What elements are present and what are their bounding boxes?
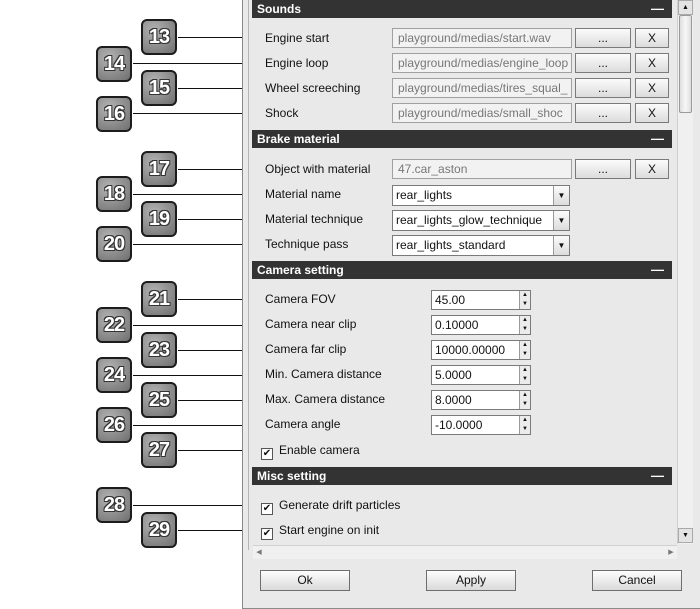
material-technique-select[interactable]: rear_lights_glow_technique ▼ [392, 210, 570, 231]
material-technique-label: Material technique [265, 212, 364, 226]
camera-fov-label: Camera FOV [265, 292, 336, 306]
section-title: Camera setting [257, 263, 344, 277]
spin-up-icon[interactable]: ▲ [520, 366, 530, 375]
max-camera-distance-value: 8.0000 [435, 393, 472, 407]
engine-loop-label: Engine loop [265, 56, 329, 70]
wheel-screeching-label: Wheel screeching [265, 81, 361, 95]
section-title: Brake material [257, 132, 340, 146]
shock-clear-button[interactable]: X [635, 103, 669, 123]
shock-browse-button[interactable]: ... [575, 103, 631, 123]
scroll-thumb[interactable] [679, 15, 692, 113]
horizontal-scrollbar[interactable]: ◀ ▶ [253, 545, 677, 559]
camera-angle-spinbox[interactable]: -10.0000 ▲ ▼ [431, 415, 531, 435]
material-name-label: Material name [265, 187, 342, 201]
wheel-screeching-clear-button[interactable]: X [635, 78, 669, 98]
section-title: Sounds [257, 2, 301, 16]
spin-up-icon[interactable]: ▲ [520, 341, 530, 350]
start-engine-on-init-label: Start engine on init [279, 523, 380, 537]
wheel-screeching-browse-button[interactable]: ... [575, 78, 631, 98]
engine-loop-browse-button[interactable]: ... [575, 53, 631, 73]
min-camera-distance-spinbox[interactable]: 5.0000 ▲ ▼ [431, 365, 531, 385]
camera-far-clip-label: Camera far clip [265, 342, 347, 356]
section-title: Misc setting [257, 469, 327, 483]
object-with-material-label: Object with material [265, 162, 371, 176]
material-name-select[interactable]: rear_lights ▼ [392, 185, 570, 206]
collapse-icon[interactable]: — [651, 130, 664, 148]
collapse-icon[interactable]: — [651, 0, 664, 18]
shock-label: Shock [265, 106, 299, 120]
ok-button[interactable]: Ok [260, 570, 350, 591]
min-camera-distance-label: Min. Camera distance [265, 367, 382, 381]
engine-loop-path-field[interactable]: playground/medias/engine_loop [392, 53, 572, 73]
settings-dialog: Sounds — Engine start playground/medias/… [242, 0, 700, 609]
object-clear-button[interactable]: X [635, 159, 669, 179]
object-browse-button[interactable]: ... [575, 159, 631, 179]
camera-near-clip-spinbox[interactable]: 0.10000 ▲ ▼ [431, 315, 531, 335]
max-camera-distance-label: Max. Camera distance [265, 392, 386, 406]
generate-drift-particles-checkbox[interactable]: ✔ [261, 503, 273, 515]
cancel-button[interactable]: Cancel [592, 570, 682, 591]
technique-pass-value: rear_lights_standard [396, 238, 506, 252]
enable-camera-label: Enable camera [279, 443, 360, 457]
object-with-material-field[interactable]: 47.car_aston [392, 159, 572, 179]
technique-pass-select[interactable]: rear_lights_standard ▼ [392, 235, 570, 256]
apply-button[interactable]: Apply [426, 570, 516, 591]
spin-down-icon[interactable]: ▼ [520, 400, 530, 409]
spin-up-icon[interactable]: ▲ [520, 391, 530, 400]
dropdown-arrow-icon[interactable]: ▼ [553, 236, 569, 255]
scroll-down-icon[interactable]: ▼ [678, 528, 693, 543]
enable-camera-checkbox[interactable]: ✔ [261, 448, 273, 460]
camera-far-clip-value: 10000.00000 [435, 343, 506, 357]
generate-drift-particles-label: Generate drift particles [279, 498, 401, 512]
spin-up-icon[interactable]: ▲ [520, 416, 530, 425]
enable-camera-checkbox-row[interactable]: ✔ Enable camera [261, 442, 360, 460]
section-header-sounds[interactable]: Sounds — [252, 0, 672, 18]
spin-up-icon[interactable]: ▲ [520, 316, 530, 325]
camera-near-clip-value: 0.10000 [435, 318, 479, 332]
spin-down-icon[interactable]: ▼ [520, 300, 530, 309]
engine-start-clear-button[interactable]: X [635, 28, 669, 48]
material-technique-value: rear_lights_glow_technique [396, 213, 543, 227]
scroll-left-icon[interactable]: ◀ [253, 546, 265, 560]
spin-down-icon[interactable]: ▼ [520, 375, 530, 384]
spin-down-icon[interactable]: ▼ [520, 325, 530, 334]
engine-loop-clear-button[interactable]: X [635, 53, 669, 73]
collapse-icon[interactable]: — [651, 261, 664, 279]
camera-far-clip-spinbox[interactable]: 10000.00000 ▲ ▼ [431, 340, 531, 360]
wheel-screeching-path-field[interactable]: playground/medias/tires_squal_ [392, 78, 572, 98]
start-engine-on-init-row[interactable]: ✔ Start engine on init [261, 522, 380, 540]
material-name-value: rear_lights [396, 188, 453, 202]
dropdown-arrow-icon[interactable]: ▼ [553, 186, 569, 205]
max-camera-distance-spinbox[interactable]: 8.0000 ▲ ▼ [431, 390, 531, 410]
section-header-brake-material[interactable]: Brake material — [252, 130, 672, 148]
camera-fov-value: 45.00 [435, 293, 466, 307]
spin-down-icon[interactable]: ▼ [520, 425, 530, 434]
technique-pass-label: Technique pass [265, 237, 349, 251]
collapse-icon[interactable]: — [651, 467, 664, 485]
shock-path-field[interactable]: playground/medias/small_shoc [392, 103, 572, 123]
generate-drift-particles-row[interactable]: ✔ Generate drift particles [261, 497, 401, 515]
scroll-up-icon[interactable]: ▲ [678, 0, 693, 15]
start-engine-on-init-checkbox[interactable]: ✔ [261, 528, 273, 540]
engine-start-path-field[interactable]: playground/medias/start.wav [392, 28, 572, 48]
engine-start-browse-button[interactable]: ... [575, 28, 631, 48]
camera-fov-spinbox[interactable]: 45.00 ▲ ▼ [431, 290, 531, 310]
camera-angle-label: Camera angle [265, 417, 341, 431]
section-header-camera-setting[interactable]: Camera setting — [252, 261, 672, 279]
spin-down-icon[interactable]: ▼ [520, 350, 530, 359]
scroll-right-icon[interactable]: ▶ [665, 546, 677, 560]
engine-start-label: Engine start [265, 31, 330, 45]
section-header-misc-setting[interactable]: Misc setting — [252, 467, 672, 485]
spin-up-icon[interactable]: ▲ [520, 291, 530, 300]
camera-angle-value: -10.0000 [435, 418, 483, 432]
dropdown-arrow-icon[interactable]: ▼ [553, 211, 569, 230]
camera-near-clip-label: Camera near clip [265, 317, 357, 331]
min-camera-distance-value: 5.0000 [435, 368, 472, 382]
vertical-scrollbar[interactable]: ▲ ▼ [677, 0, 693, 544]
